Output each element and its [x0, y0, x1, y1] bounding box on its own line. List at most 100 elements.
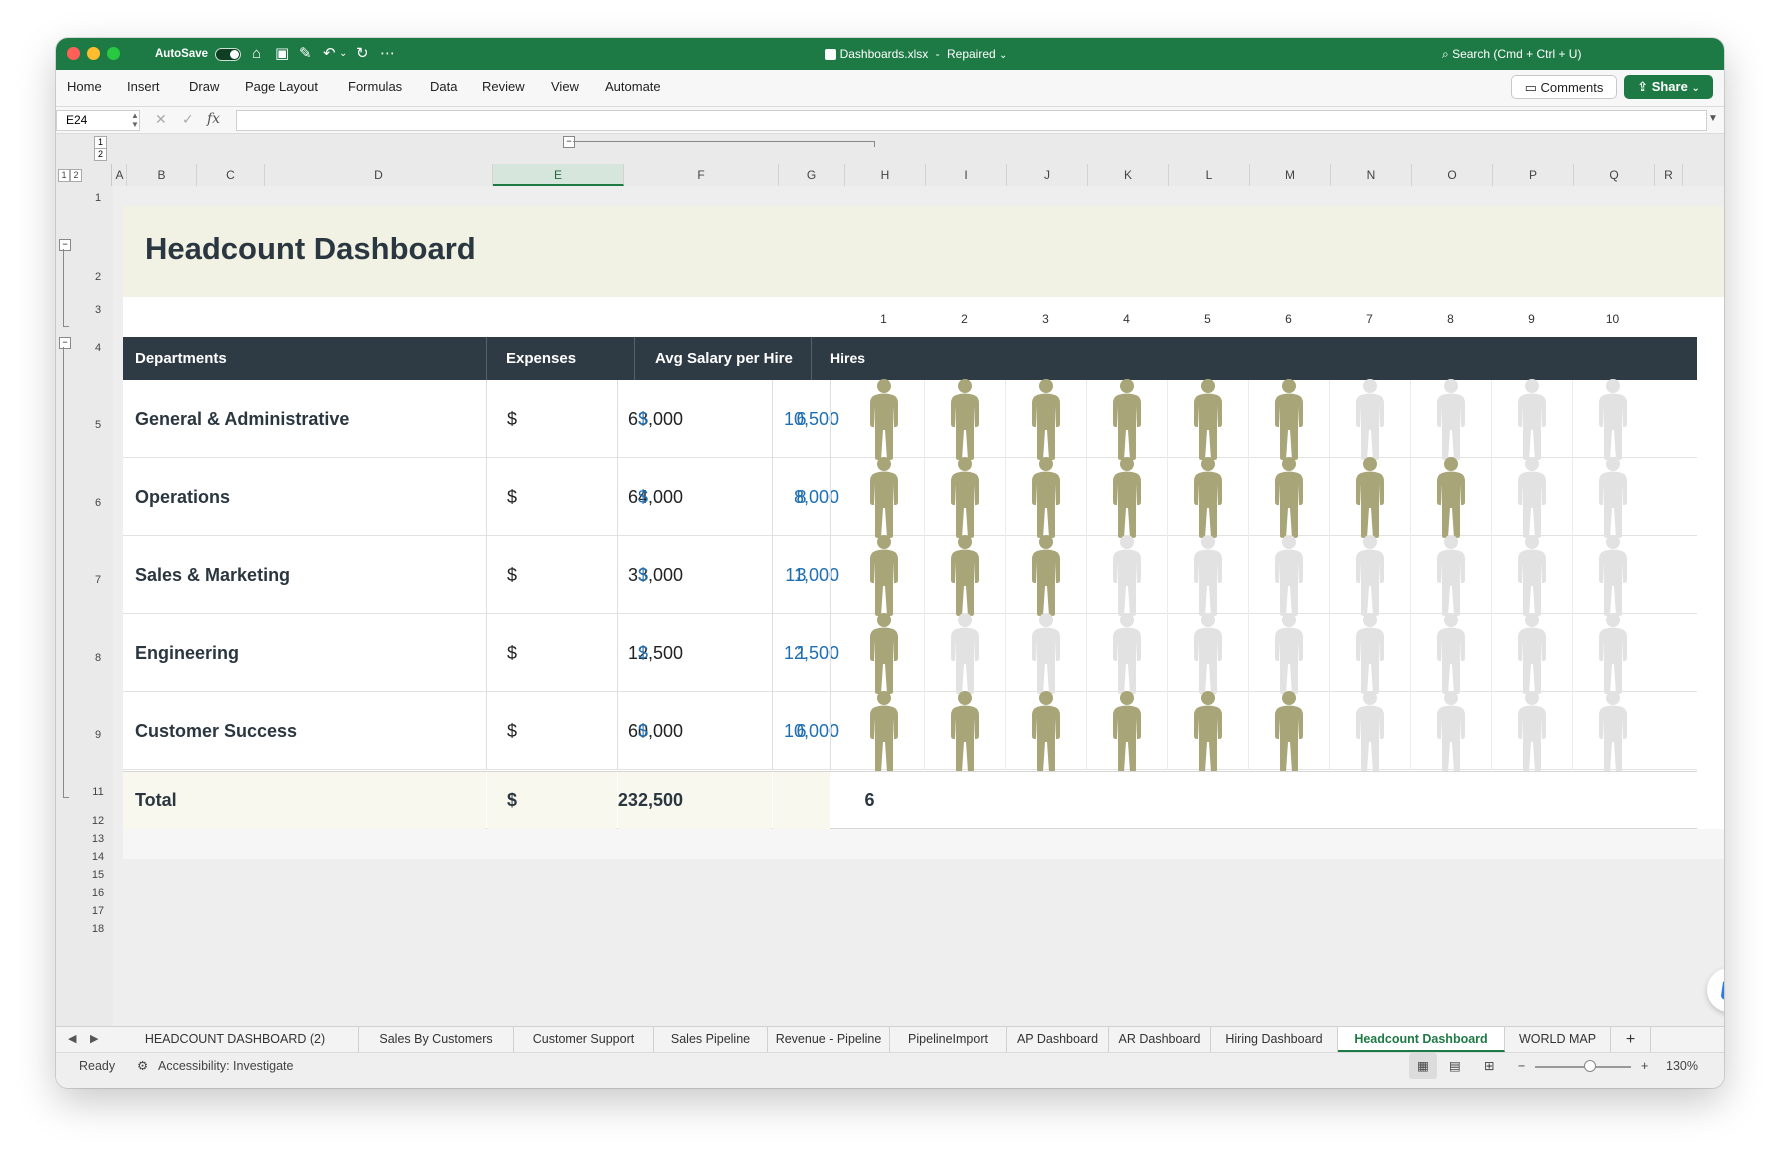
next-sheet-icon[interactable]: ▶: [90, 1027, 98, 1052]
sheet-tab[interactable]: AP Dashboard: [1007, 1027, 1109, 1052]
save-icon[interactable]: ▣: [275, 38, 289, 70]
cancel-icon[interactable]: ✕: [155, 111, 167, 128]
sheet-tab[interactable]: Sales Pipeline: [654, 1027, 768, 1052]
autosave-toggle[interactable]: [215, 48, 241, 61]
expand-formula-icon[interactable]: ▼: [1708, 113, 1718, 124]
tab-page-layout[interactable]: Page Layout: [245, 70, 318, 104]
tab-formulas[interactable]: Formulas: [348, 70, 402, 104]
name-box[interactable]: E24: [56, 110, 140, 131]
normal-view-icon[interactable]: ▦: [1409, 1053, 1437, 1079]
undo-dropdown-icon[interactable]: ⌄: [339, 38, 347, 70]
zoom-level[interactable]: 130%: [1666, 1053, 1698, 1079]
column-header[interactable]: D: [265, 164, 493, 186]
total-row[interactable]: Total $ 232,500 6: [123, 771, 1697, 829]
column-header[interactable]: O: [1412, 164, 1493, 186]
sheet-tab[interactable]: HEADCOUNT DASHBOARD (2): [112, 1027, 359, 1052]
more-icon[interactable]: ⋯: [380, 38, 395, 70]
table-row[interactable]: Engineering $12,500 $12,500 1: [123, 613, 1697, 694]
column-header[interactable]: C: [197, 164, 265, 186]
document-title[interactable]: Dashboards.xlsx - Repaired ⌄: [786, 38, 1046, 70]
row-header[interactable]: 14: [83, 851, 113, 863]
add-sheet-button[interactable]: +: [1611, 1027, 1651, 1052]
table-row[interactable]: Operations $64,000 $8,000 8: [123, 457, 1697, 538]
sheet-tab[interactable]: Customer Support: [514, 1027, 654, 1052]
sheet-tab[interactable]: AR Dashboard: [1109, 1027, 1211, 1052]
zoom-slider-handle[interactable]: [1584, 1060, 1596, 1072]
search-box[interactable]: ⌕ Search (Cmd + Ctrl + U): [1442, 38, 1682, 70]
row-header[interactable]: 11: [83, 786, 113, 798]
tab-review[interactable]: Review: [482, 70, 525, 104]
page-break-view-icon[interactable]: ⊞: [1484, 1053, 1494, 1079]
outline-level-2-button[interactable]: 2: [94, 148, 107, 161]
table-row[interactable]: Sales & Marketing $33,000 $11,000 3: [123, 535, 1697, 616]
column-header[interactable]: P: [1493, 164, 1574, 186]
tab-view[interactable]: View: [551, 70, 579, 104]
row-header[interactable]: 16: [83, 887, 113, 899]
column-header[interactable]: M: [1250, 164, 1331, 186]
column-header[interactable]: K: [1088, 164, 1169, 186]
insert-function-icon[interactable]: fx: [207, 111, 220, 127]
row-header[interactable]: 9: [83, 729, 113, 741]
sheet-tab[interactable]: Revenue - Pipeline: [768, 1027, 890, 1052]
comments-button[interactable]: ▭ Comments: [1511, 75, 1617, 99]
collapse-rows-icon[interactable]: −: [59, 239, 71, 251]
edit-icon[interactable]: ✎: [299, 38, 312, 70]
page-layout-view-icon[interactable]: ▤: [1449, 1053, 1461, 1079]
name-box-stepper-icon[interactable]: ▲ ▼: [131, 111, 139, 129]
row-header[interactable]: 1: [83, 192, 113, 204]
column-header[interactable]: E: [493, 164, 624, 186]
row-header[interactable]: 15: [83, 869, 113, 881]
row-header[interactable]: 4: [83, 342, 113, 354]
accessibility-status[interactable]: Accessibility: Investigate: [158, 1053, 293, 1079]
column-header[interactable]: Q: [1574, 164, 1655, 186]
column-header[interactable]: L: [1169, 164, 1250, 186]
minimize-window-button[interactable]: [87, 47, 100, 60]
row-header[interactable]: 18: [83, 923, 113, 935]
tab-draw[interactable]: Draw: [189, 70, 219, 104]
sheet-tab[interactable]: WORLD MAP: [1505, 1027, 1611, 1052]
column-header[interactable]: I: [926, 164, 1007, 186]
row-header[interactable]: 6: [83, 497, 113, 509]
zoom-out-button[interactable]: −: [1518, 1053, 1525, 1079]
copilot-button[interactable]: [1707, 968, 1724, 1012]
collapse-columns-icon[interactable]: −: [563, 136, 575, 148]
zoom-slider[interactable]: [1535, 1066, 1631, 1068]
redo-icon[interactable]: ↻: [356, 38, 369, 70]
row-header[interactable]: 5: [83, 419, 113, 431]
home-icon[interactable]: ⌂: [252, 38, 261, 70]
sheet-tab[interactable]: PipelineImport: [890, 1027, 1007, 1052]
row-header[interactable]: 2: [83, 271, 113, 283]
formula-input[interactable]: [236, 110, 1707, 131]
column-header[interactable]: A: [113, 164, 127, 186]
column-header[interactable]: J: [1007, 164, 1088, 186]
row-header[interactable]: 7: [83, 574, 113, 586]
sheet-tab[interactable]: Headcount Dashboard: [1338, 1027, 1505, 1052]
column-header[interactable]: R: [1655, 164, 1683, 186]
tab-insert[interactable]: Insert: [127, 70, 160, 104]
table-row[interactable]: General & Administrative $63,000 $10,500 6: [123, 379, 1697, 460]
tab-automate[interactable]: Automate: [605, 70, 661, 104]
row-header[interactable]: 8: [83, 652, 113, 664]
table-row[interactable]: Customer Success $60,000 $10,000 6: [123, 691, 1697, 772]
tab-home[interactable]: Home: [67, 70, 102, 104]
row-outline-level-2-button[interactable]: 2: [70, 169, 82, 182]
collapse-rows-icon[interactable]: −: [59, 337, 71, 349]
row-header[interactable]: 12: [83, 815, 113, 827]
column-header[interactable]: B: [127, 164, 197, 186]
sheet-canvas[interactable]: Headcount Dashboard Departments Expenses…: [113, 186, 1724, 1026]
column-header[interactable]: H: [845, 164, 926, 186]
maximize-window-button[interactable]: [107, 47, 120, 60]
sheet-tab[interactable]: Sales By Customers: [359, 1027, 514, 1052]
share-button[interactable]: ⇪ Share ⌄: [1624, 75, 1713, 99]
prev-sheet-icon[interactable]: ◀: [68, 1027, 76, 1052]
column-header[interactable]: G: [779, 164, 845, 186]
row-header[interactable]: 13: [83, 833, 113, 845]
close-window-button[interactable]: [67, 47, 80, 60]
zoom-in-button[interactable]: +: [1641, 1053, 1648, 1079]
enter-icon[interactable]: ✓: [182, 111, 194, 128]
undo-icon[interactable]: ↶: [323, 38, 336, 70]
row-header[interactable]: 17: [83, 905, 113, 917]
column-header[interactable]: N: [1331, 164, 1412, 186]
tab-data[interactable]: Data: [430, 70, 457, 104]
column-header[interactable]: F: [624, 164, 779, 186]
